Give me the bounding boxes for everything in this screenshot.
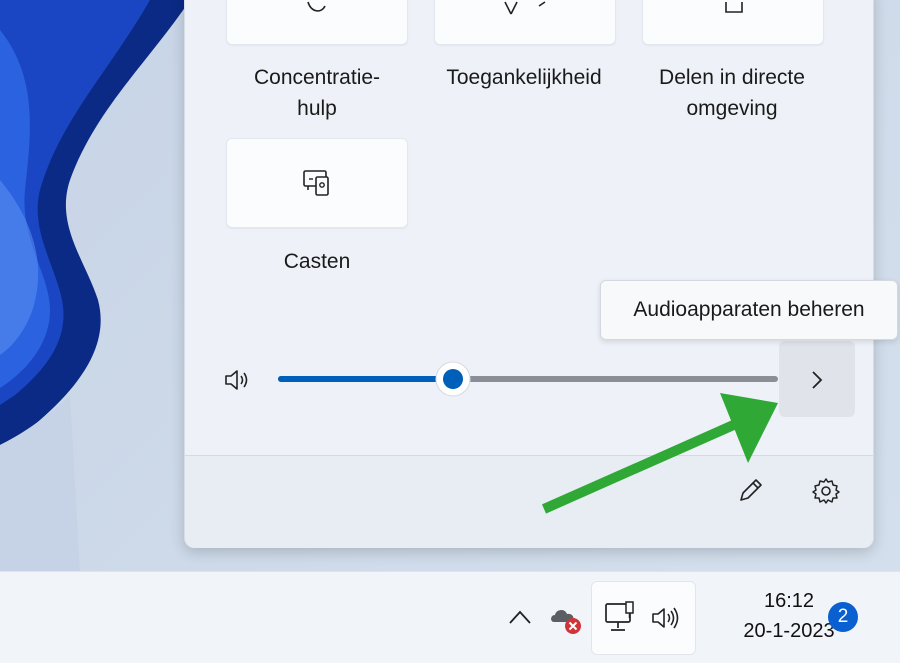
tile-accessibility-label: Toegankelijkheid (446, 66, 602, 89)
annotation-arrow (541, 393, 778, 514)
cast-icon (303, 170, 329, 196)
volume-fill (278, 376, 453, 382)
moon-icon (307, 1, 326, 12)
accessibility-icon (504, 1, 546, 15)
speaker-icon[interactable] (223, 367, 253, 393)
tile-nearby-sharing-label: Delen in directe omgeving (659, 66, 805, 120)
tile-accessibility[interactable] (434, 0, 616, 45)
gear-icon[interactable] (811, 476, 841, 506)
volume-icon (652, 607, 679, 629)
tile-cast[interactable] (226, 138, 408, 228)
tile-nearby-sharing[interactable] (642, 0, 824, 45)
taskbar: 16:12 20-1-2023 2 (0, 571, 900, 663)
notification-badge[interactable]: 2 (828, 602, 858, 632)
network-volume-tray-button[interactable] (591, 581, 696, 655)
chevron-up-icon[interactable] (507, 608, 533, 626)
tooltip-audio-devices: Audioapparaten beheren (600, 280, 898, 340)
tile-focus-assist[interactable] (226, 0, 408, 45)
wallpaper-bloom (0, 0, 190, 571)
nearby-share-icon (725, 2, 743, 13)
audio-devices-button[interactable] (779, 341, 855, 417)
onedrive-error-icon[interactable] (548, 604, 584, 636)
tile-focus-assist-label: Concentratie- hulp (253, 66, 381, 120)
tile-cast-label: Casten (283, 250, 351, 273)
network-icon (605, 601, 634, 631)
volume-thumb-center (443, 369, 463, 389)
chevron-right-icon (812, 371, 823, 389)
